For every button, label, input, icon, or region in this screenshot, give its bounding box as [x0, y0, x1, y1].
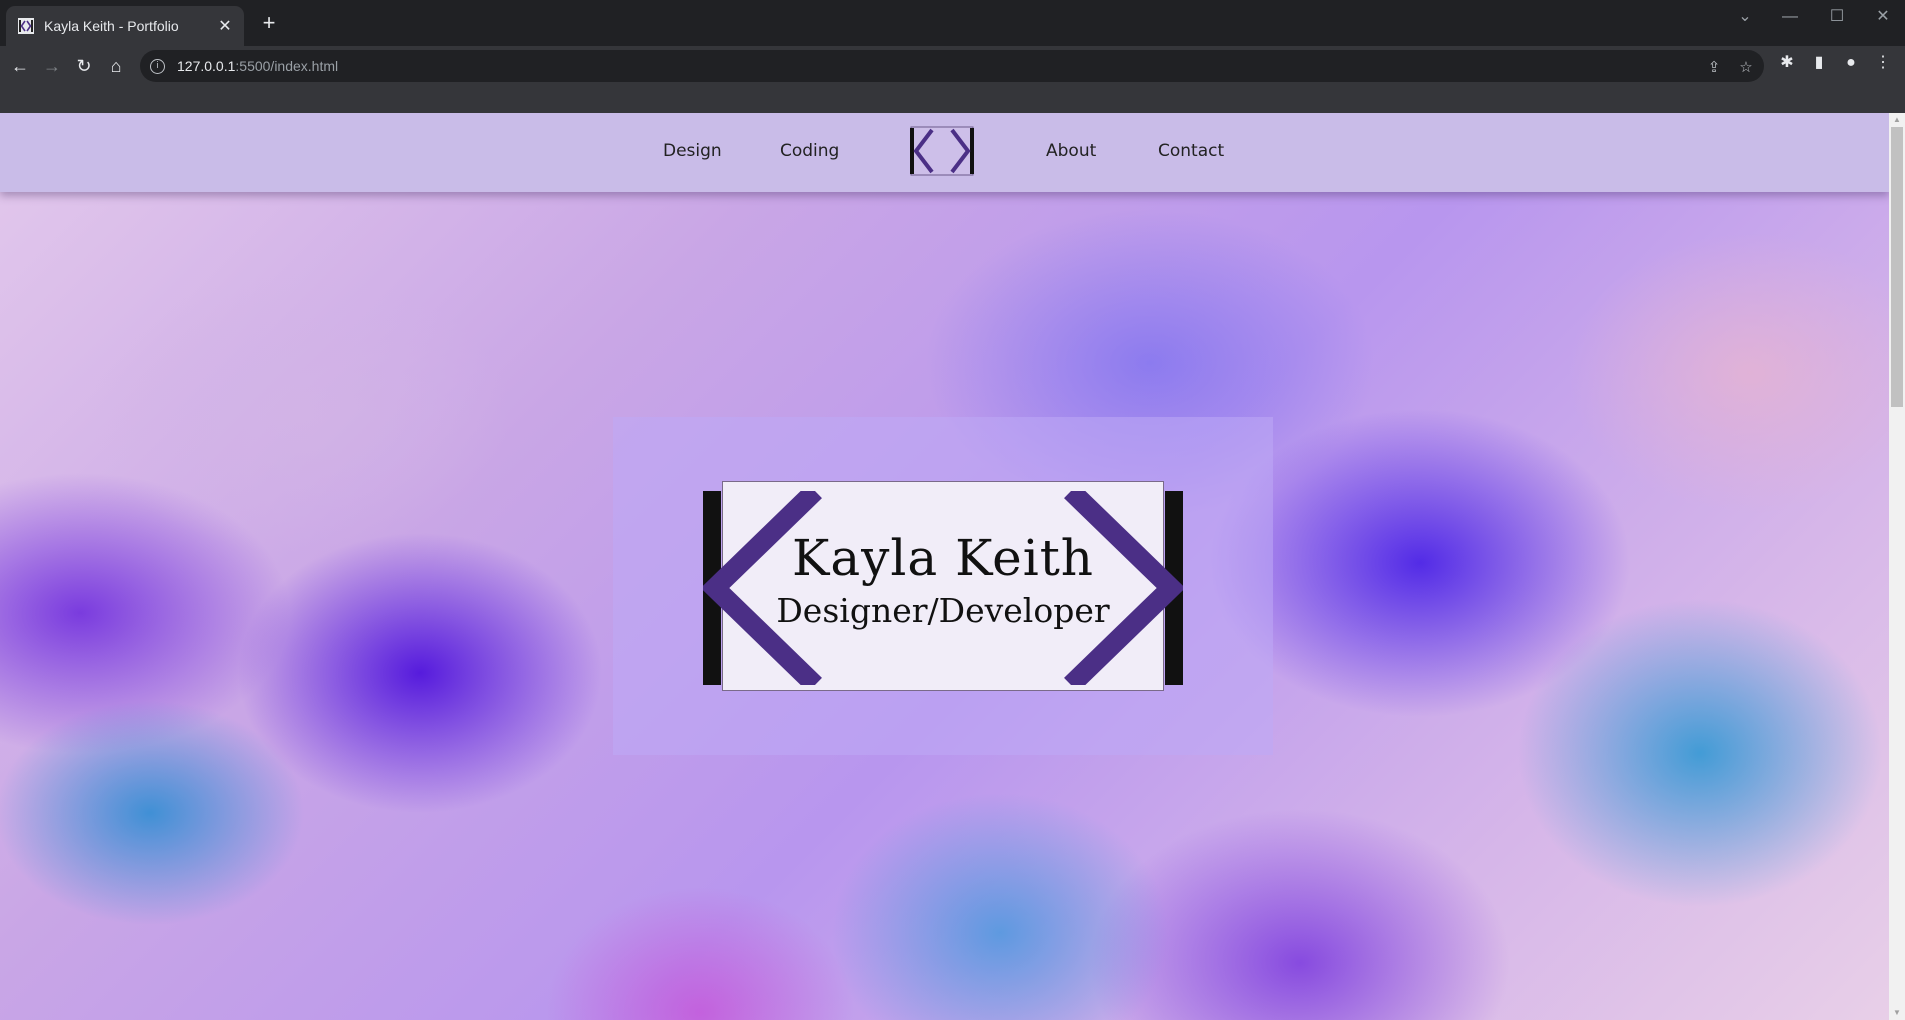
hero-banner: Kayla Keith Designer/Developer — [613, 417, 1273, 755]
browser-toolbar: ← → ↻ ⌂ i 127.0.0.1 :5500/index.html ⇪ ☆ — [0, 46, 1905, 86]
site-navbar: Design Coding About Contact — [0, 113, 1889, 192]
maximize-button[interactable]: ☐ — [1822, 6, 1852, 28]
page-viewport: Design Coding About Contact Kayla Keith … — [0, 113, 1889, 1020]
reload-icon[interactable]: ↻ — [72, 54, 96, 78]
tab-title: Kayla Keith - Portfolio — [44, 18, 179, 34]
hero-name: Kayla Keith — [792, 529, 1094, 587]
menu-kebab-icon[interactable]: ⋮ — [1872, 52, 1894, 74]
hero-role: Designer/Developer — [776, 591, 1110, 630]
site-info-icon[interactable]: i — [150, 58, 165, 74]
kk-bracket-logo-icon — [703, 491, 1183, 685]
nav-link-about[interactable]: About — [1046, 141, 1096, 161]
new-tab-button[interactable]: + — [258, 12, 280, 34]
kk-logo-icon[interactable] — [910, 126, 974, 176]
profile-avatar-icon[interactable]: ● — [1840, 52, 1862, 74]
share-icon[interactable]: ⇪ — [1704, 58, 1724, 78]
minimize-button[interactable]: — — [1775, 6, 1805, 28]
browser-tabstrip: Kayla Keith - Portfolio ✕ + ⌄ — ☐ ✕ — [0, 0, 1905, 46]
bookmark-star-icon[interactable]: ☆ — [1736, 58, 1756, 78]
scroll-up-arrow-icon[interactable]: ▲ — [1889, 113, 1905, 127]
url-path: :5500/index.html — [235, 58, 339, 74]
nav-link-design[interactable]: Design — [663, 141, 722, 161]
side-panel-icon[interactable]: ▮ — [1808, 52, 1830, 74]
scroll-down-arrow-icon[interactable]: ▼ — [1889, 1006, 1905, 1020]
kk-favicon-icon — [18, 18, 34, 34]
nav-link-contact[interactable]: Contact — [1158, 141, 1224, 161]
tab-search-icon[interactable]: ⌄ — [1730, 6, 1760, 28]
address-bar[interactable]: i 127.0.0.1 :5500/index.html ⇪ ☆ — [140, 50, 1764, 82]
back-arrow-icon[interactable]: ← — [8, 54, 32, 78]
extensions-puzzle-icon[interactable]: ✱ — [1776, 52, 1798, 74]
page-scrollbar[interactable]: ▲ ▼ — [1889, 113, 1905, 1020]
scroll-thumb[interactable] — [1891, 127, 1903, 407]
close-window-button[interactable]: ✕ — [1868, 6, 1898, 28]
browser-tab[interactable]: Kayla Keith - Portfolio ✕ — [6, 6, 244, 46]
nav-link-coding[interactable]: Coding — [780, 141, 839, 161]
tab-close-icon[interactable]: ✕ — [214, 15, 236, 37]
home-icon[interactable]: ⌂ — [104, 54, 128, 78]
forward-arrow-icon[interactable]: → — [40, 54, 64, 78]
url-host: 127.0.0.1 — [177, 58, 236, 74]
